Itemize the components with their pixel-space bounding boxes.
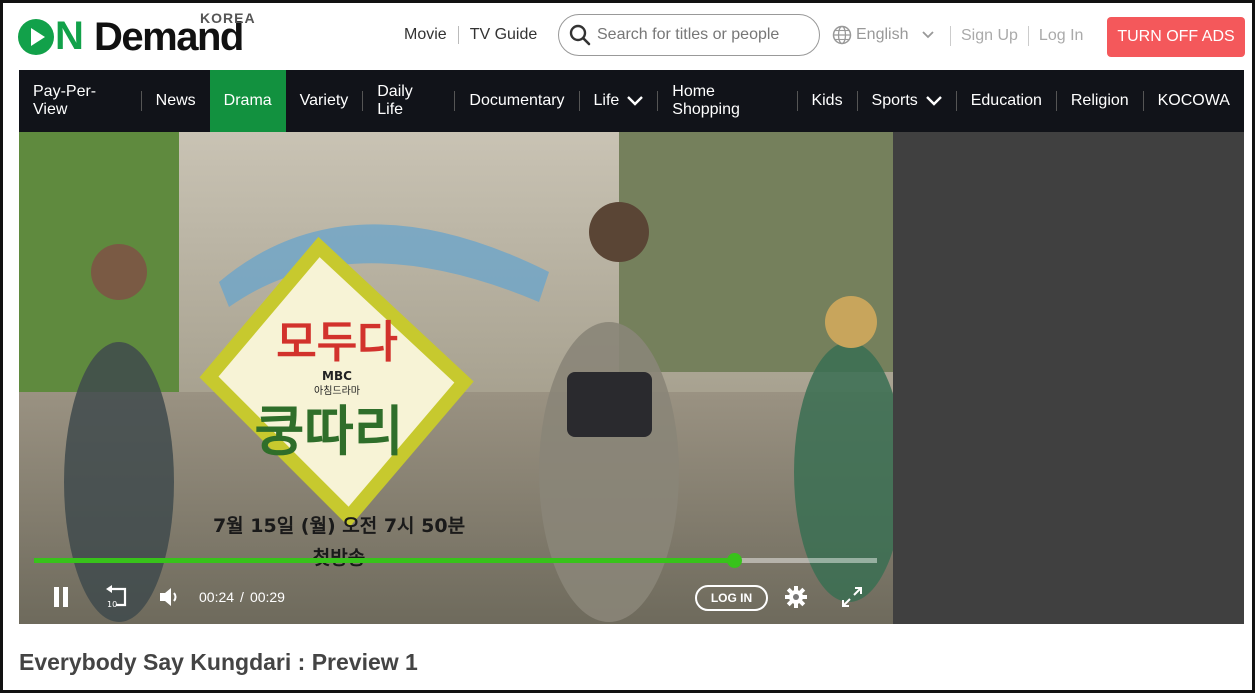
nav-item-education[interactable]: Education [957, 70, 1056, 132]
time-display: 00:24 / 00:29 [199, 589, 285, 605]
language-label: English [856, 26, 909, 43]
rewind-10-icon: 10 [106, 585, 127, 609]
nav-item-kocowa[interactable]: KOCOWA [1144, 70, 1244, 132]
nav-item-life[interactable]: Life [580, 70, 658, 132]
settings-button[interactable] [783, 580, 809, 614]
divider [1027, 26, 1029, 46]
nav-item-religion[interactable]: Religion [1057, 70, 1143, 132]
top-links: Movie TV Guide [404, 26, 537, 44]
gear-icon [785, 586, 807, 608]
divider [950, 26, 951, 46]
nav-item-drama[interactable]: Drama [209, 70, 286, 132]
chevron-down-icon [922, 31, 935, 39]
nav-item-label: Daily Life [377, 83, 413, 118]
chevron-down-icon [925, 96, 942, 106]
nav-item-label: Pay-Per-View [33, 83, 97, 118]
nav-item-label: Drama [223, 92, 272, 109]
category-nav: Pay-Per-View News Drama Variety Daily Life Do… [19, 70, 1244, 132]
airtime-caption: 7월 15일 (월) 오전 7시 50분 [213, 515, 465, 537]
progress-bar[interactable] [34, 553, 877, 568]
tv-guide-link[interactable]: TV Guide [470, 26, 538, 44]
site-header: N Demand KOREA Movie TV Guide English Si… [0, 0, 1255, 70]
show-logo-line2: 쿵따리 [254, 400, 403, 463]
player-login-button[interactable]: LOG IN [695, 585, 768, 611]
show-logo-line1: 모두다 [276, 317, 397, 368]
nav-item-label: Sports [871, 92, 918, 109]
volume-button[interactable] [157, 580, 183, 614]
side-panel [893, 132, 1244, 624]
time-separator: / [240, 589, 244, 605]
nav-item-label: Religion [1070, 92, 1129, 109]
logo-korea: KOREA [200, 10, 256, 26]
nav-item-variety[interactable]: Variety [286, 70, 363, 132]
search-box[interactable] [558, 14, 820, 56]
video-title: Everybody Say Kungdari : Preview 1 [19, 649, 418, 675]
volume-icon [160, 588, 177, 606]
nav-item-label: Life [593, 92, 620, 109]
search-icon [569, 24, 591, 46]
nav-item-sports[interactable]: Sports [858, 70, 956, 132]
player-controls: 10 00:24 / 00:29 LOG IN [19, 580, 893, 614]
nav-item-label: Education [970, 92, 1042, 109]
progress-handle[interactable] [726, 553, 742, 568]
nav-item-label: Documentary [469, 92, 565, 109]
nav-item-label: KOCOWA [1157, 92, 1230, 109]
turn-off-ads-button[interactable]: TURN OFF ADS [1107, 17, 1245, 57]
nav-item-label: News [155, 92, 196, 109]
nav-item-label: Kids [811, 92, 843, 109]
progress-fill [34, 558, 734, 563]
globe-icon [832, 25, 852, 45]
current-time: 00:24 [199, 589, 235, 605]
video-player[interactable]: 모두다 쿵따리 MBC 아침드라마 7월 15일 (월) 오전 7시 50분 첫… [19, 132, 893, 624]
fullscreen-icon [842, 587, 862, 607]
nav-item-label: Variety [299, 92, 349, 109]
site-logo[interactable]: N Demand KOREA [18, 10, 278, 59]
pause-icon [54, 587, 68, 607]
pause-button[interactable] [49, 580, 73, 614]
nav-item-news[interactable]: News [142, 70, 210, 132]
sign-up-link[interactable]: Sign Up [961, 27, 1018, 45]
duration: 00:29 [249, 589, 285, 605]
language-select[interactable]: English [832, 25, 935, 45]
nav-item-daily-life[interactable]: Daily Life [363, 70, 454, 132]
svg-text:10: 10 [107, 600, 117, 609]
rewind-10-button[interactable]: 10 [103, 580, 131, 614]
play-logo-icon [18, 18, 54, 55]
nav-item-home-shopping[interactable]: Home Shopping [658, 70, 796, 132]
nav-item-kids[interactable]: Kids [797, 70, 856, 132]
movie-link[interactable]: Movie [404, 26, 447, 44]
nav-item-documentary[interactable]: Documentary [455, 70, 578, 132]
video-frame: 모두다 쿵따리 MBC 아침드라마 7월 15일 (월) 오전 7시 50분 첫… [19, 132, 893, 624]
fullscreen-button[interactable] [839, 580, 865, 614]
auth-links: Sign Up Log In [950, 26, 1083, 46]
chevron-down-icon [627, 96, 644, 106]
divider [457, 26, 459, 44]
broadcaster-mark: MBC [322, 369, 352, 383]
drama-type-text: 아침드라마 [314, 385, 360, 397]
log-in-link[interactable]: Log In [1039, 27, 1083, 45]
nav-item-pay-per-view[interactable]: Pay-Per-View [19, 70, 141, 132]
logo-on: N [18, 14, 84, 59]
nav-item-label: Home Shopping [672, 83, 740, 118]
search-input[interactable] [597, 26, 797, 44]
